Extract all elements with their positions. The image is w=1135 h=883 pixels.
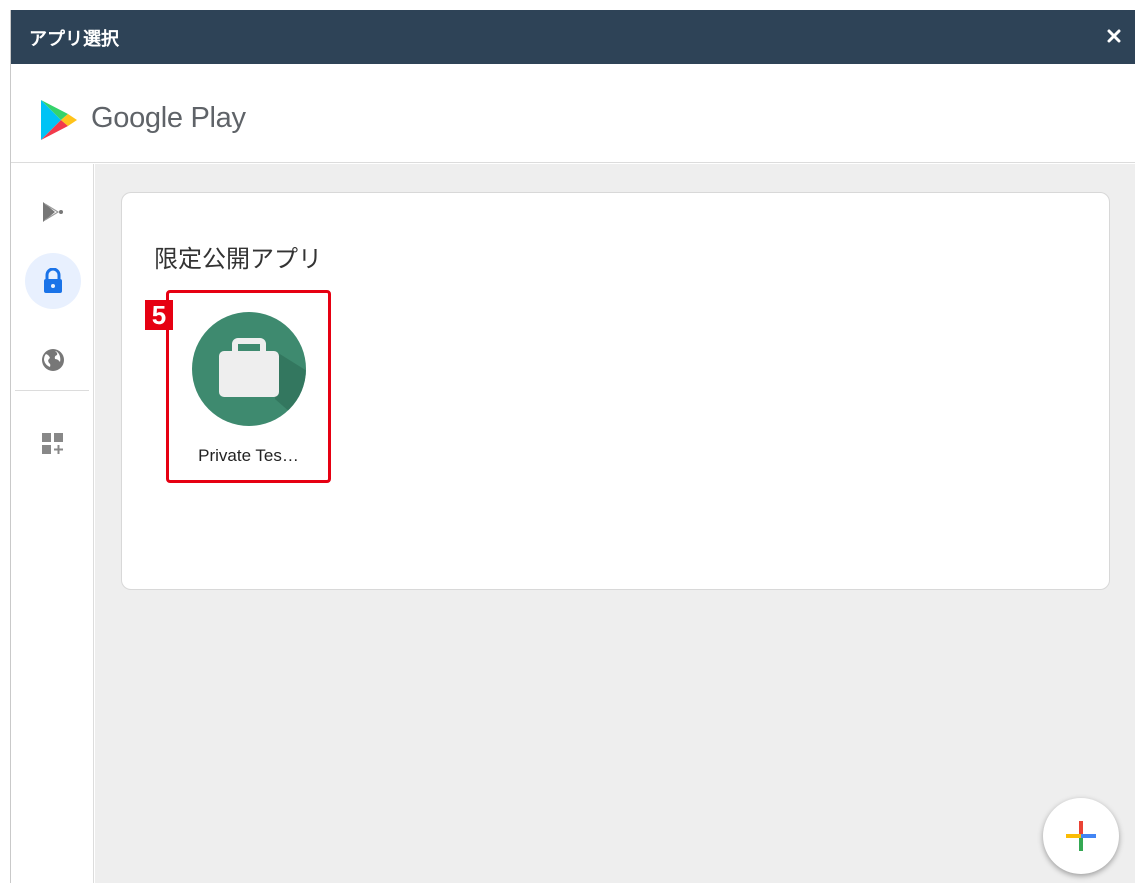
sidebar-item-web-apps[interactable] bbox=[25, 332, 81, 388]
step-badge: 5 bbox=[145, 300, 173, 330]
google-play-header: Google Play bbox=[11, 64, 1135, 163]
plus-icon bbox=[1066, 821, 1096, 851]
google-play-logo bbox=[41, 100, 77, 140]
sidebar-item-add-apps[interactable] bbox=[25, 416, 81, 472]
sidebar-item-private-apps[interactable] bbox=[25, 253, 81, 309]
sidebar-divider bbox=[15, 390, 89, 391]
app-name-label: Private Tes… bbox=[198, 446, 299, 465]
section-title: 限定公開アプリ bbox=[154, 245, 322, 273]
app-select-dialog: アプリ選択 Google Play 限定公開アプリ 5 Private Tes… bbox=[10, 10, 1135, 883]
dialog-title: アプリ選択 bbox=[29, 29, 119, 50]
sidebar-item-play-store[interactable] bbox=[25, 184, 81, 240]
globe-icon bbox=[42, 349, 64, 371]
add-apps-icon bbox=[42, 433, 63, 454]
add-fab[interactable] bbox=[1043, 798, 1119, 874]
close-icon[interactable] bbox=[1102, 24, 1126, 48]
lock-icon bbox=[44, 268, 62, 293]
dialog-titlebar: アプリ選択 bbox=[11, 10, 1135, 64]
sidebar bbox=[11, 164, 94, 883]
play-store-icon bbox=[43, 202, 63, 222]
briefcase-icon bbox=[192, 312, 306, 426]
main-content: 限定公開アプリ bbox=[95, 164, 1135, 883]
google-play-brand: Google Play bbox=[91, 102, 246, 134]
